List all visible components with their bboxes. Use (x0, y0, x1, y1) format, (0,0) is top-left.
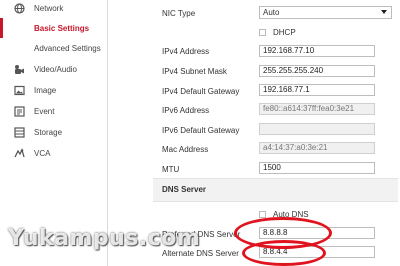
nic-type-value: Auto (263, 8, 280, 17)
ipv6-address-label: IPv6 Address (162, 106, 210, 115)
ipv4-gateway-field[interactable]: 192.168.77.1 (259, 84, 375, 96)
ipv6-gateway-label: IPv6 Default Gateway (162, 126, 240, 135)
sidebar-item-label: Image (34, 85, 57, 95)
sidebar-item-basic-settings[interactable]: Basic Settings (0, 18, 106, 38)
mtu-label: MTU (162, 165, 180, 174)
sidebar-item-vca[interactable]: VCA (0, 143, 106, 163)
ipv4-subnet-mask-field[interactable]: 255.255.255.240 (259, 65, 375, 77)
dhcp-checkbox[interactable] (259, 29, 266, 36)
mac-address-label: Mac Address (162, 145, 209, 154)
sidebar-item-label: VCA (34, 148, 51, 158)
sidebar-item-video-audio[interactable]: Video/Audio (0, 59, 106, 79)
sidebar-item-label: Video/Audio (34, 64, 77, 74)
nic-type-select[interactable]: Auto (259, 6, 392, 19)
mtu-field[interactable]: 1500 (259, 162, 375, 174)
storage-icon (14, 126, 25, 138)
event-icon (14, 105, 25, 117)
mac-address-field: a4:14:37:a0:3e:21 (259, 142, 375, 154)
ipv4-address-field[interactable]: 192.168.77.10 (259, 45, 375, 57)
ipv6-address-field: fe80::a614:37ff:fea0:3e21 (259, 103, 375, 115)
sidebar-item-label: Advanced Settings (34, 43, 101, 53)
globe-icon (14, 2, 25, 14)
dhcp-label: DHCP (273, 28, 296, 37)
dns-server-section-header: DNS Server (153, 178, 398, 202)
ipv6-gateway-field (259, 123, 375, 135)
video-audio-icon (14, 64, 25, 75)
sidebar-item-label: Network (34, 3, 64, 13)
ipv4-gateway-label: IPv4 Default Gateway (162, 87, 240, 96)
dns-server-title: DNS Server (162, 185, 207, 194)
ipv4-subnet-mask-label: IPv4 Subnet Mask (162, 67, 227, 76)
sidebar-item-image[interactable]: Image (0, 80, 106, 100)
chevron-down-icon (381, 10, 387, 14)
vca-icon (14, 147, 25, 159)
sidebar-item-event[interactable]: Event (0, 101, 106, 121)
sidebar-item-network[interactable]: Network (0, 0, 106, 18)
site-watermark: Yukampus.com (8, 226, 201, 251)
alternate-dns-highlight-circle (242, 240, 326, 266)
active-indicator (0, 18, 3, 38)
sidebar-item-label: Storage (34, 127, 63, 137)
nic-type-label: NIC Type (162, 9, 196, 18)
sidebar-item-label: Event (34, 106, 55, 116)
sidebar-item-storage[interactable]: Storage (0, 122, 106, 142)
image-icon (14, 85, 25, 96)
ipv4-address-label: IPv4 Address (162, 47, 210, 56)
auto-dns-checkbox[interactable] (259, 211, 266, 218)
sidebar-item-label: Basic Settings (34, 23, 90, 33)
sidebar-item-advanced-settings[interactable]: Advanced Settings (0, 38, 106, 58)
